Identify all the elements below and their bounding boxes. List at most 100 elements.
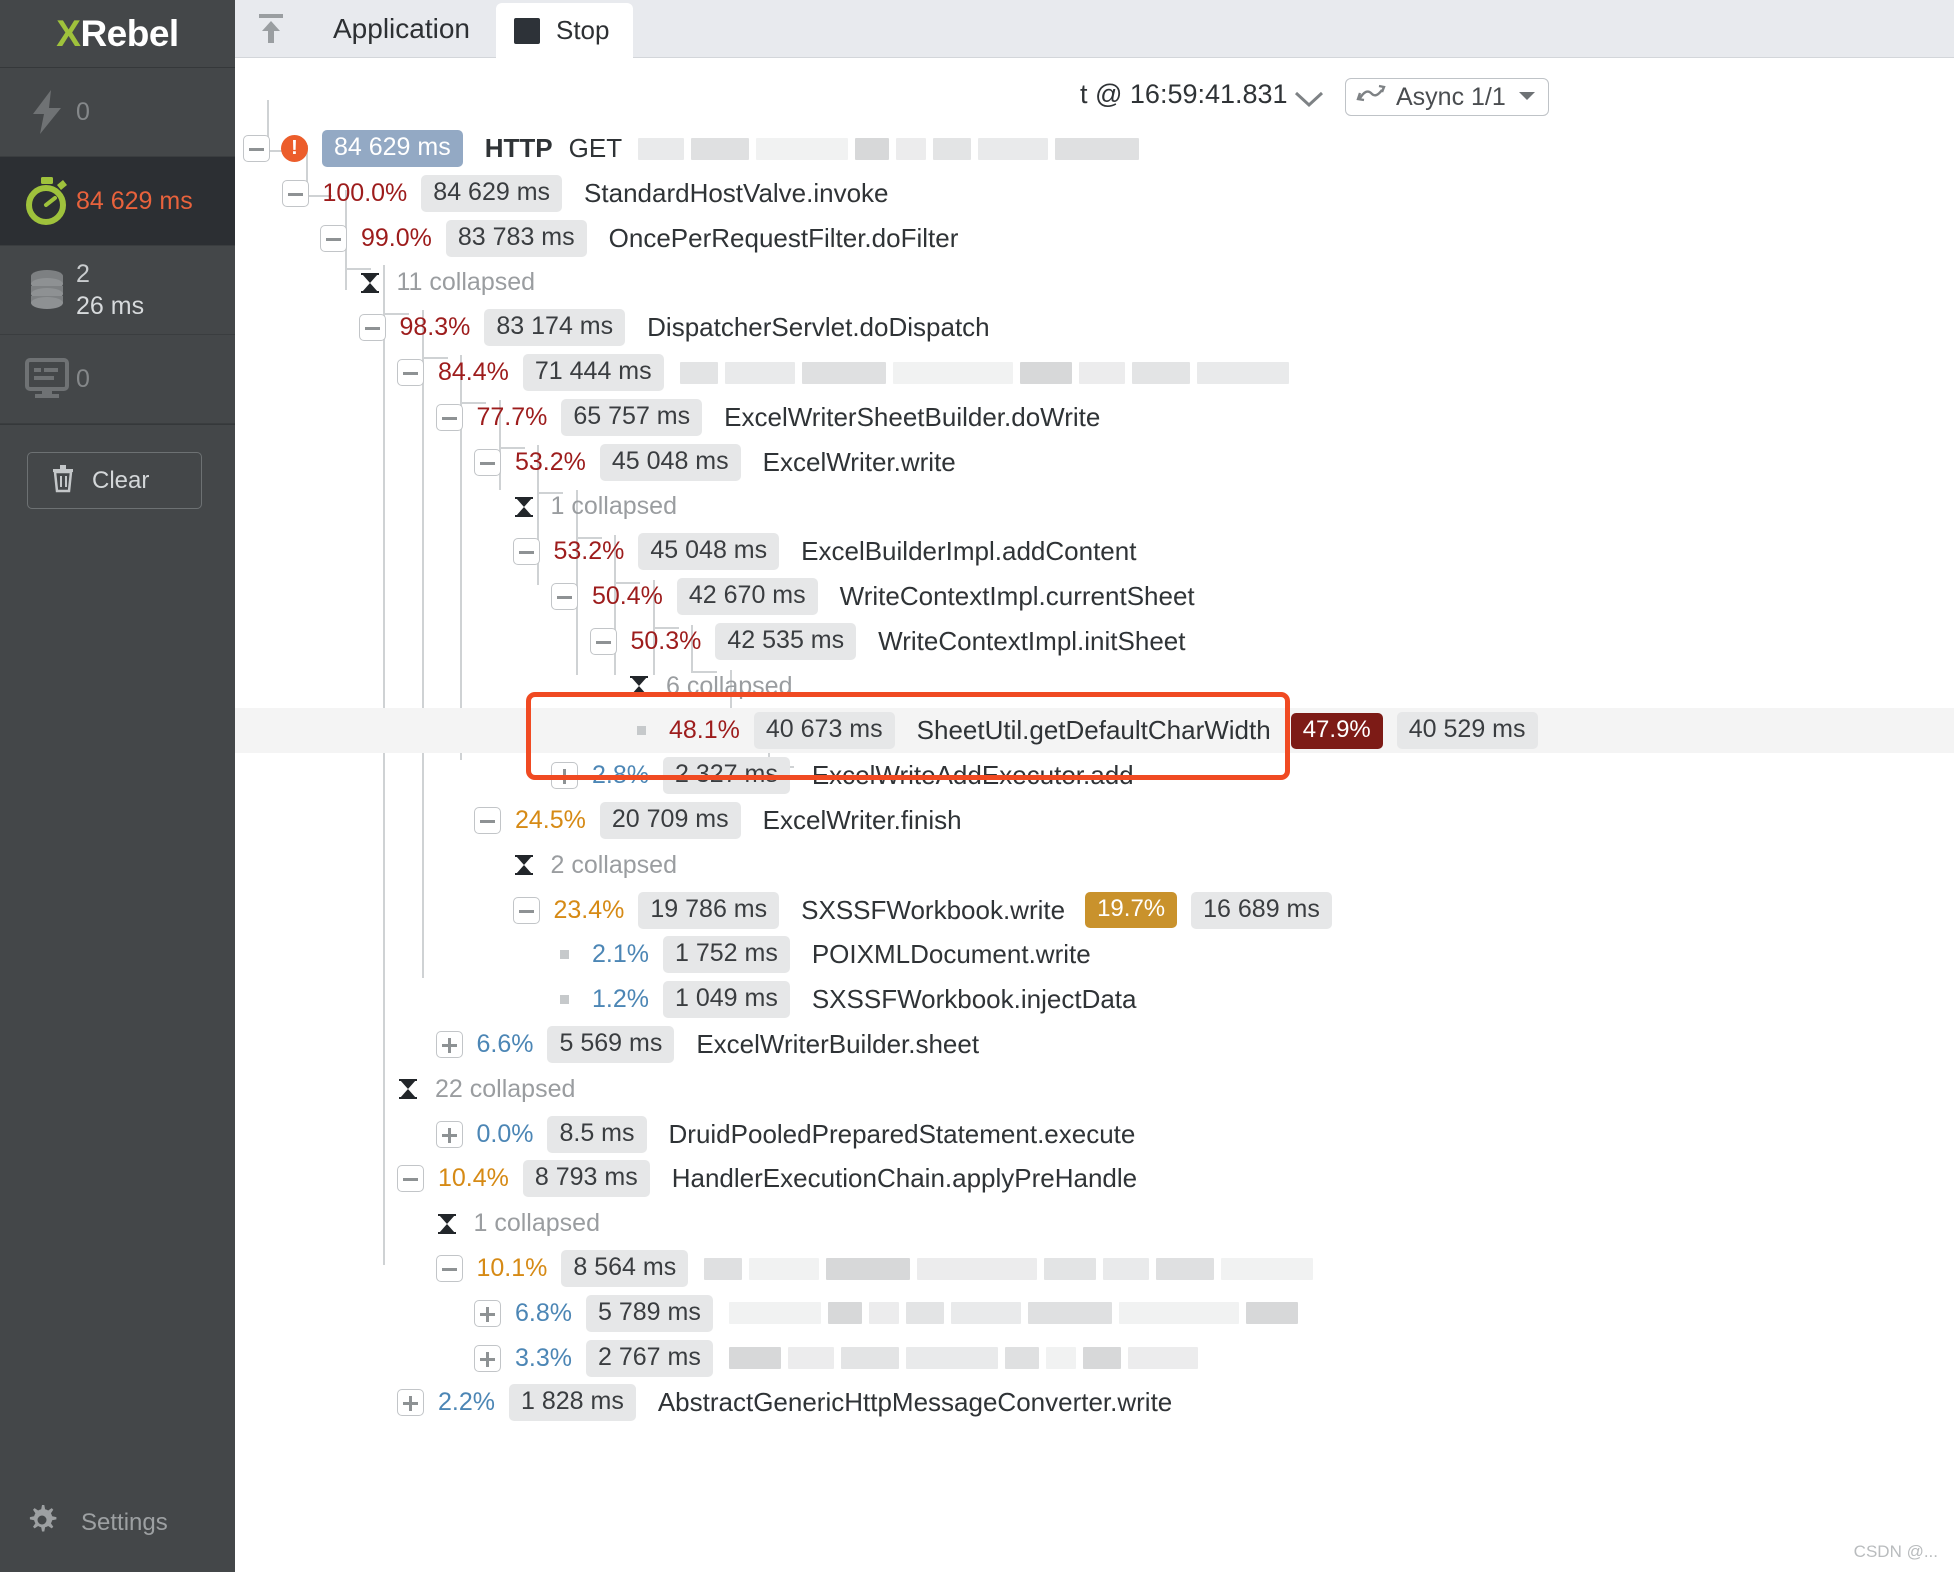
sidebar-metric-remoting[interactable]: 0 <box>0 335 235 424</box>
sidebar-metric-exceptions[interactable]: 0 <box>0 68 235 157</box>
row-method-name[interactable]: POIXMLDocument.write <box>812 939 1091 970</box>
sidebar-metric-database[interactable]: 2 26 ms <box>0 246 235 335</box>
redacted-block <box>950 1302 1021 1325</box>
row-percent: 1.2% <box>592 985 649 1014</box>
tree-row[interactable]: 3.3% 2 767 ms <box>235 1336 1954 1381</box>
row-method-name[interactable]: HandlerExecutionChain.applyPreHandle <box>672 1163 1137 1194</box>
sidebar-metric-time[interactable]: 84 629 ms <box>0 157 235 246</box>
collapse-toggle[interactable] <box>435 1255 463 1282</box>
tree-row[interactable]: 2.1% 1 752 ms POIXMLDocument.write <box>235 932 1954 977</box>
row-method-name[interactable]: SXSSFWorkbook.injectData <box>812 984 1137 1015</box>
upload-icon[interactable] <box>235 0 307 57</box>
collapse-toggle[interactable] <box>512 538 540 566</box>
row-percent: 77.7% <box>476 402 548 431</box>
error-icon[interactable]: ! <box>281 135 308 162</box>
expand-toggle[interactable] <box>474 1344 501 1372</box>
collapse-toggle[interactable] <box>243 135 270 162</box>
clear-button[interactable]: Clear <box>27 452 202 509</box>
row-method-name[interactable]: ExcelWriteAddExecutor.add <box>812 760 1134 791</box>
row-method-name[interactable]: StandardHostValve.invoke <box>584 178 888 209</box>
tree-row[interactable]: ! 84 629 ms HTTP GET <box>235 126 1954 171</box>
redacted-block <box>1019 361 1072 384</box>
row-method-name[interactable]: SheetUtil.getDefaultCharWidth <box>917 715 1271 746</box>
expand-toggle[interactable] <box>551 762 578 790</box>
hourglass-icon[interactable] <box>513 854 535 876</box>
redacted-text <box>679 361 1289 384</box>
row-method-name[interactable]: ExcelWriter.finish <box>763 805 962 836</box>
redacted-block <box>905 1347 998 1370</box>
leaf-node-marker <box>560 950 569 960</box>
self-time-duration: 16 689 ms <box>1191 891 1332 929</box>
collapsed-count-label: 1 collapsed <box>473 1209 600 1238</box>
chevron-down-icon[interactable] <box>1292 88 1326 115</box>
row-method-name[interactable]: WriteContextImpl.currentSheet <box>840 581 1195 612</box>
row-method-name[interactable]: ExcelWriterBuilder.sheet <box>696 1029 979 1060</box>
collapse-toggle[interactable] <box>551 583 578 610</box>
row-method-name[interactable]: ExcelWriterSheetBuilder.doWrite <box>724 402 1100 433</box>
collapse-toggle[interactable] <box>281 179 309 207</box>
row-method-name[interactable]: OncePerRequestFilter.doFilter <box>609 223 959 254</box>
collapse-toggle[interactable] <box>512 896 540 924</box>
async-selector[interactable]: Async 1/1 <box>1345 78 1549 116</box>
settings-button[interactable]: Settings <box>0 1503 168 1542</box>
collapse-toggle[interactable] <box>397 359 424 386</box>
expand-toggle[interactable] <box>474 1299 501 1327</box>
tree-row[interactable]: 50.3% 42 535 ms WriteContextImpl.initSheet <box>235 619 1954 664</box>
tree-row[interactable]: 10.4% 8 793 ms HandlerExecutionChain.apply… <box>235 1156 1954 1201</box>
collapsed-marker-row[interactable]: 2 collapsed <box>235 843 1954 888</box>
hourglass-icon[interactable] <box>397 1078 419 1100</box>
collapse-toggle[interactable] <box>474 448 501 476</box>
tree-row[interactable]: 6.6% 5 569 ms ExcelWriterBuilder.sheet <box>235 1022 1954 1067</box>
row-method-name[interactable]: DispatcherServlet.doDispatch <box>647 312 990 343</box>
tree-row[interactable]: 98.3% 83 174 ms DispatcherServlet.doDispat… <box>235 305 1954 350</box>
row-duration: 1 752 ms <box>662 936 790 974</box>
tree-row[interactable]: 84.4% 71 444 ms <box>235 350 1954 395</box>
redacted-block <box>749 1257 820 1280</box>
tree-row[interactable]: 10.1% 8 564 ms <box>235 1246 1954 1291</box>
tree-row[interactable]: 53.2% 45 048 ms ExcelWriter.write <box>235 440 1954 485</box>
hourglass-icon[interactable] <box>513 496 535 518</box>
row-method-name[interactable]: ExcelBuilderImpl.addContent <box>801 536 1136 567</box>
hourglass-icon[interactable] <box>359 272 381 294</box>
collapse-toggle[interactable] <box>358 314 386 342</box>
collapse-toggle[interactable] <box>589 627 617 655</box>
row-method-name[interactable]: WriteContextImpl.initSheet <box>878 626 1185 657</box>
tree-row[interactable]: 1.2% 1 049 ms SXSSFWorkbook.injectData <box>235 977 1954 1022</box>
tree-row[interactable]: 0.0% 8.5 ms DruidPooledPreparedStatement.e… <box>235 1112 1954 1157</box>
collapsed-marker-row[interactable]: 1 collapsed <box>235 1201 1954 1246</box>
collapse-toggle[interactable] <box>435 403 463 431</box>
tab-application[interactable]: Application <box>307 0 496 57</box>
redacted-block <box>933 137 972 160</box>
tree-row[interactable]: 2.2% 1 828 ms AbstractGenericHttpMessageCo… <box>235 1380 1954 1425</box>
collapsed-marker-row[interactable]: 11 collapsed <box>235 260 1954 305</box>
tree-row[interactable]: 99.0% 83 783 ms OncePerRequestFilter.doFil… <box>235 216 1954 261</box>
redacted-block <box>1055 137 1140 160</box>
collapse-toggle[interactable] <box>320 224 347 252</box>
tree-row[interactable]: 100.0% 84 629 ms StandardHostValve.invoke <box>235 171 1954 216</box>
stop-button[interactable]: Stop <box>495 3 634 58</box>
hourglass-icon[interactable] <box>628 675 650 697</box>
expand-toggle[interactable] <box>397 1389 424 1417</box>
row-method-name[interactable]: AbstractGenericHttpMessageConverter.writ… <box>658 1387 1172 1418</box>
hourglass-icon[interactable] <box>436 1213 458 1235</box>
tree-row[interactable]: 23.4% 19 786 ms SXSSFWorkbook.write 19.7% 16… <box>235 888 1954 933</box>
collapse-toggle[interactable] <box>397 1165 424 1193</box>
row-duration: 1 049 ms <box>662 981 790 1019</box>
tree-row[interactable]: 2.8% 2 327 ms ExcelWriteAddExecutor.add <box>235 753 1954 798</box>
expand-toggle[interactable] <box>435 1120 463 1148</box>
tree-row[interactable]: 50.4% 42 670 ms WriteContextImpl.currentSh… <box>235 574 1954 619</box>
collapsed-marker-row[interactable]: 1 collapsed <box>235 484 1954 529</box>
tree-row[interactable]: 48.1% 40 673 ms SheetUtil.getDefaultCharWi… <box>235 708 1954 754</box>
tree-row[interactable]: 77.7% 65 757 ms ExcelWriterSheetBuilder.do… <box>235 395 1954 440</box>
row-method-name[interactable]: SXSSFWorkbook.write <box>801 895 1065 926</box>
tree-row[interactable]: 6.8% 5 789 ms <box>235 1291 1954 1336</box>
tree-row[interactable]: 53.2% 45 048 ms ExcelBuilderImpl.addConten… <box>235 529 1954 574</box>
collapsed-marker-row[interactable]: 6 collapsed <box>235 664 1954 709</box>
expand-toggle[interactable] <box>435 1031 463 1058</box>
collapse-toggle[interactable] <box>474 807 501 834</box>
tree-row[interactable]: 24.5% 20 709 ms ExcelWriter.finish <box>235 798 1954 843</box>
collapsed-marker-row[interactable]: 22 collapsed <box>235 1067 1954 1112</box>
row-method-name[interactable]: ExcelWriter.write <box>763 447 956 478</box>
row-method-name[interactable]: DruidPooledPreparedStatement.execute <box>669 1119 1136 1150</box>
row-method-name[interactable]: HTTP <box>485 133 553 164</box>
